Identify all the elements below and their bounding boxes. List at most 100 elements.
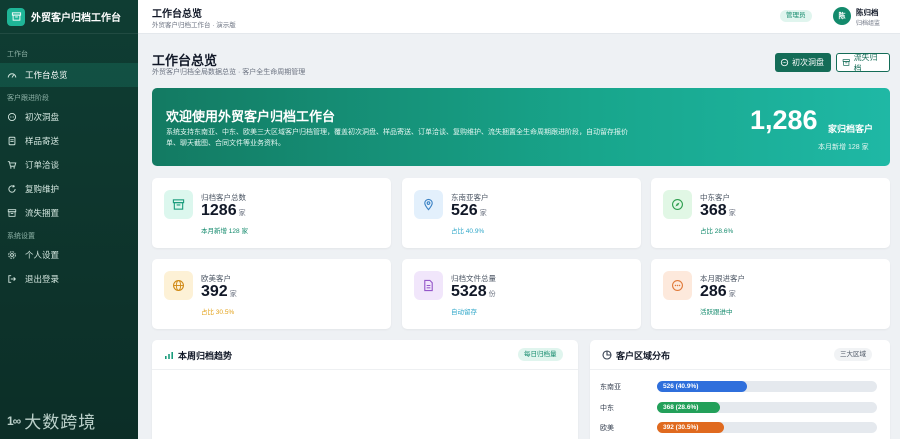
sidebar-item-samples[interactable]: 样品寄送 [0, 129, 138, 153]
panel-badge: 每日归档量 [518, 348, 563, 361]
banner-footnote: 本月新增 128 家 [818, 144, 869, 151]
sidebar: 外贸客户归档工作台 工作台 工作台总览 客户跟进阶段 初次洞盘 样品寄送 订单洽… [0, 0, 138, 439]
avatar[interactable]: 陈 [833, 7, 851, 25]
first-contact-button[interactable]: 初次洞盘 [775, 53, 831, 72]
banner-total-number: 1,286 [750, 105, 818, 135]
stat-card-files[interactable]: 归档文件总量 5328 份 自动留存 [402, 259, 641, 329]
region-row: 东南亚 526 (40.9%) [600, 381, 878, 393]
sidebar-item-lost[interactable]: 流失捆置 [0, 201, 138, 225]
page-subtitle: 外贸客户归档全局数据总览 · 客户全生命周期管理 [152, 69, 306, 76]
stat-note: 活跃跟进中 [700, 309, 733, 316]
bar-chart-icon [165, 352, 173, 359]
panel-title: 客户区域分布 [616, 351, 671, 361]
stat-value: 1286 家 [201, 202, 246, 219]
sidebar-section-workbench: 工作台 [7, 51, 28, 58]
button-label: 流失归档 [853, 52, 878, 73]
sidebar-section-settings: 系统设置 [7, 233, 35, 240]
region-name: 中东 [600, 405, 614, 412]
refresh-icon [8, 184, 16, 193]
sidebar-item-repurchase[interactable]: 复购维护 [0, 177, 138, 201]
stat-note: 占比 30.5% [201, 309, 235, 316]
sidebar-item-dashboard[interactable]: 工作台总览 [0, 63, 138, 87]
region-track: 526 (40.9%) [657, 381, 877, 392]
globe-icon [164, 271, 193, 300]
stat-note: 占比 28.6% [700, 228, 734, 235]
brand: 外贸客户归档工作台 [0, 0, 138, 34]
watermark-logo: 1∞ 大数跨境 [7, 408, 96, 433]
topbar-title: 工作台总览 [152, 9, 202, 20]
region-track: 392 (30.5%) [657, 422, 877, 433]
role-badge: 管理员 [780, 10, 812, 22]
stat-value: 368 家 [700, 202, 736, 219]
panel-badge: 三大区域 [834, 348, 872, 361]
region-name: 东南亚 [600, 384, 621, 391]
archive-icon [164, 190, 193, 219]
logout-icon [8, 275, 16, 283]
sidebar-item-label: 个人设置 [25, 250, 60, 260]
stat-note: 占比 40.9% [451, 228, 485, 235]
sidebar-item-label: 工作台总览 [25, 70, 68, 80]
user-role: 归档组监 [856, 21, 881, 27]
watermark-text: 大数跨境 [24, 413, 97, 432]
sidebar-item-label: 流失捆置 [25, 208, 60, 218]
watermark-mark: 1∞ [7, 413, 21, 428]
region-row: 欧美 392 (30.5%) [600, 422, 878, 434]
region-distribution-panel: 客户区域分布 三大区域 东南亚 526 (40.9%) 中东 368 (28.6… [590, 340, 890, 439]
sidebar-item-first-contact[interactable]: 初次洞盘 [0, 105, 138, 129]
panel-header: 本周归档趋势 每日归档量 [152, 340, 578, 370]
sidebar-item-label: 样品寄送 [25, 136, 60, 146]
topbar: 工作台总览 外贸客户归档工作台 · 演示版 管理员 陈 陈归档 归档组监 [138, 0, 900, 34]
region-bar: 392 (30.5%) [657, 422, 725, 433]
sidebar-item-label: 订单洽谈 [25, 160, 60, 170]
lost-archive-button[interactable]: 流失归档 [836, 52, 890, 73]
banner-total-unit: 家归档客户 [828, 124, 874, 134]
message-icon [663, 271, 692, 300]
chat-icon [7, 112, 17, 122]
topbar-subtitle: 外贸客户归档工作台 · 演示版 [152, 22, 236, 29]
banner-title: 欢迎使用外贸客户归档工作台 [166, 109, 336, 124]
region-row: 中东 368 (28.6%) [600, 402, 878, 414]
region-bar: 526 (40.9%) [657, 381, 747, 392]
location-pin-icon [414, 190, 443, 219]
welcome-banner: 欢迎使用外贸客户归档工作台 系统支持东南亚、中东、欧美三大区域客户归档管理，覆盖… [152, 88, 890, 166]
chat-icon [780, 58, 789, 67]
stat-note: 本月新增 128 家 [201, 228, 248, 235]
document-icon [8, 136, 16, 146]
pie-chart-icon [602, 350, 612, 360]
sidebar-item-label: 退出登录 [25, 274, 60, 284]
compass-icon [663, 190, 692, 219]
dashboard-icon [7, 73, 17, 78]
button-label: 初次洞盘 [792, 58, 824, 67]
stat-card-middle-east[interactable]: 中东客户 368 家 占比 28.6% [651, 178, 890, 248]
weekly-trend-panel: 本周归档趋势 每日归档量 [152, 340, 578, 439]
region-bar: 368 (28.6%) [657, 402, 720, 413]
stat-value: 392 家 [201, 283, 237, 300]
stat-note: 自动留存 [451, 309, 477, 316]
sidebar-item-orders[interactable]: 订单洽谈 [0, 153, 138, 177]
archive-icon [842, 59, 850, 66]
gear-icon [8, 251, 16, 259]
stat-card-southeast-asia[interactable]: 东南亚客户 526 家 占比 40.9% [402, 178, 641, 248]
cart-icon [7, 161, 17, 169]
stat-card-euro-america[interactable]: 欧美客户 392 家 占比 30.5% [152, 259, 391, 329]
user-name: 陈归档 [856, 8, 879, 17]
region-name: 欧美 [600, 425, 614, 432]
stat-value: 286 家 [700, 283, 736, 300]
stat-value: 526 家 [451, 202, 487, 219]
stat-value: 5328 份 [451, 283, 496, 300]
sidebar-item-label: 复购维护 [25, 184, 60, 194]
archive-box-icon [7, 7, 25, 26]
sidebar-section-stages: 客户跟进阶段 [7, 95, 49, 102]
region-track: 368 (28.6%) [657, 402, 877, 413]
app-title: 外贸客户归档工作台 [31, 13, 121, 24]
panel-title: 本周归档趋势 [178, 351, 233, 361]
stat-card-total[interactable]: 归档客户总数 1286 家 本月新增 128 家 [152, 178, 391, 248]
sidebar-item-label: 初次洞盘 [25, 112, 60, 122]
archive-icon [7, 209, 17, 217]
banner-description: 系统支持东南亚、中东、欧美三大区域客户归档管理，覆盖初次洞盘、样品寄送、订单洽谈… [166, 129, 628, 147]
file-icon [414, 271, 443, 300]
sidebar-item-profile[interactable]: 个人设置 [0, 243, 138, 267]
sidebar-item-logout[interactable]: 退出登录 [0, 267, 138, 291]
panel-header: 客户区域分布 三大区域 [590, 340, 890, 370]
stat-card-monthly-followup[interactable]: 本月跟进客户 286 家 活跃跟进中 [651, 259, 890, 329]
